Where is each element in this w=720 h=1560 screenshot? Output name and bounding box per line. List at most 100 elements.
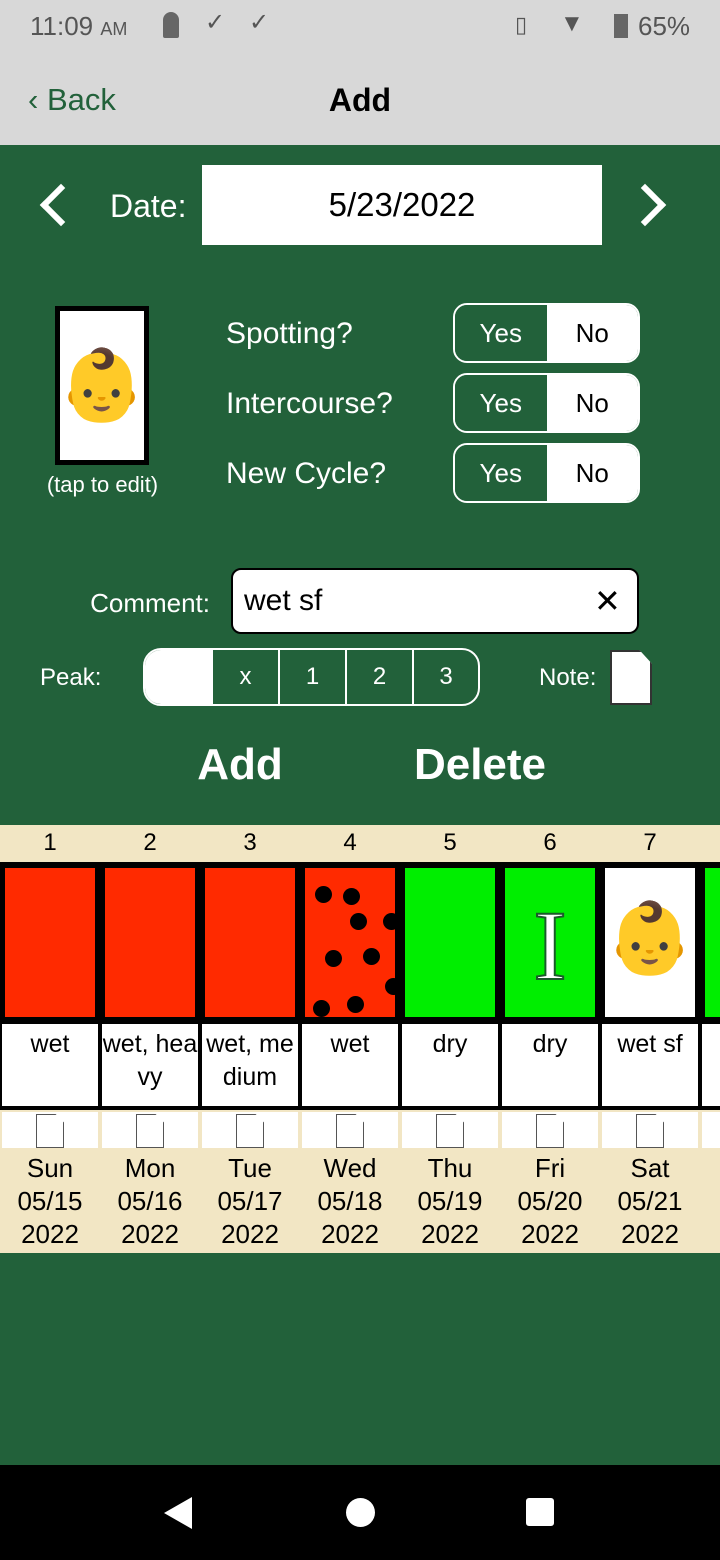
day-note[interactable]: [102, 1112, 198, 1148]
note-icon: [636, 1114, 664, 1148]
day-date: Thu 05/19 2022: [417, 1153, 483, 1249]
day-number: 4: [343, 829, 357, 856]
comment-input[interactable]: wet sf: [231, 568, 639, 634]
stamp-baby: 👶: [605, 868, 695, 1017]
day-comment: wet, heavy: [102, 1024, 198, 1106]
partial-day-column[interactable]: [700, 862, 720, 1148]
infertile-I-icon: I: [532, 889, 567, 1002]
note-icon: [536, 1114, 564, 1148]
delete-button[interactable]: Delete: [380, 740, 580, 790]
peak-option-3[interactable]: 3: [412, 648, 478, 706]
day-note[interactable]: [2, 1112, 98, 1148]
spotting-toggle[interactable]: Yes No: [453, 303, 640, 363]
day-note[interactable]: [502, 1112, 598, 1148]
day-number: 5: [443, 829, 457, 856]
keyhole-icon: [163, 12, 179, 38]
prev-date-button[interactable]: [39, 183, 83, 227]
comment-value: wet sf: [244, 584, 323, 617]
clear-icon[interactable]: ✕: [594, 582, 621, 620]
note-label: Note:: [539, 664, 597, 691]
dot-mark: [343, 888, 360, 905]
spotting-no[interactable]: No: [546, 305, 638, 361]
day-column[interactable]: 4 wet Wed 05/18 2022: [300, 825, 400, 1253]
new-cycle-toggle[interactable]: Yes No: [453, 443, 640, 503]
intercourse-toggle[interactable]: Yes No: [453, 373, 640, 433]
dot-mark: [385, 978, 395, 995]
day-column[interactable]: 6 I dry Fri 05/20 2022: [500, 825, 600, 1253]
spotting-label: Spotting?: [226, 317, 353, 350]
spotting-yes[interactable]: Yes: [455, 305, 547, 361]
day-note[interactable]: [302, 1112, 398, 1148]
vibrate-icon: ▯: [515, 12, 528, 37]
status-time: 11:09 AM: [30, 11, 128, 41]
home-nav-icon[interactable]: [346, 1498, 375, 1527]
note-icon: [236, 1114, 264, 1148]
day-column[interactable]: 1 wet Sun 05/15 2022: [0, 825, 100, 1253]
day-column[interactable]: 5 dry Thu 05/19 2022: [400, 825, 500, 1253]
day-date: Tue 05/17 2022: [217, 1153, 283, 1249]
note-icon: [36, 1114, 64, 1148]
peak-label: Peak:: [40, 664, 102, 691]
stamp-red: [205, 868, 295, 1017]
status-bar: 11:09 AM ✓ ✓ ▯ ▼ 65%: [0, 0, 720, 60]
stamp-green-I: I: [505, 868, 595, 1017]
dot-mark: [347, 996, 364, 1013]
page-title: Add: [328, 82, 392, 118]
day-date: Wed 05/18 2022: [317, 1153, 383, 1249]
day-number: 6: [543, 829, 557, 856]
day-date: Sun 05/15 2022: [17, 1153, 83, 1249]
baby-icon: 👶: [58, 345, 146, 424]
peak-option-1[interactable]: 1: [278, 648, 345, 706]
note-icon: [336, 1114, 364, 1148]
note-icon: [136, 1114, 164, 1148]
stamp-red-dots: [305, 868, 395, 1017]
battery-icon: [614, 14, 628, 38]
intercourse-label: Intercourse?: [226, 387, 393, 420]
baby-stamp-image[interactable]: 👶: [55, 306, 149, 465]
note-icon: [436, 1114, 464, 1148]
add-button[interactable]: Add: [140, 740, 340, 790]
check-icon: ✓: [205, 9, 226, 36]
day-number: 1: [43, 829, 57, 856]
new-cycle-label: New Cycle?: [226, 457, 387, 490]
comment-label: Comment:: [90, 588, 210, 618]
peak-option-x[interactable]: x: [211, 648, 278, 706]
dot-mark: [315, 886, 332, 903]
day-note[interactable]: [602, 1112, 698, 1148]
stamp-red: [5, 868, 95, 1017]
day-comment: dry: [402, 1024, 498, 1106]
note-icon[interactable]: [610, 650, 652, 705]
intercourse-yes[interactable]: Yes: [455, 375, 547, 431]
day-number: 2: [143, 829, 157, 856]
dot-mark: [383, 913, 395, 930]
intercourse-no[interactable]: No: [546, 375, 638, 431]
date-field[interactable]: 5/23/2022: [202, 165, 602, 245]
day-note[interactable]: [402, 1112, 498, 1148]
date-label: Date:: [110, 188, 187, 224]
dot-mark: [350, 913, 367, 930]
peak-option-blank[interactable]: [145, 650, 213, 704]
day-comment: dry: [502, 1024, 598, 1106]
cycle-chart[interactable]: 1 wet Sun 05/15 2022 2 wet, heavy Mon 05/16 2…: [0, 825, 720, 1253]
dot-mark: [325, 950, 342, 967]
photo-caption: (tap to edit): [46, 472, 159, 497]
day-note[interactable]: [202, 1112, 298, 1148]
new-cycle-no[interactable]: No: [546, 445, 638, 501]
day-column[interactable]: 7 👶 wet sf Sat 05/21 2022: [600, 825, 700, 1253]
day-comment: wet sf: [602, 1024, 698, 1106]
dot-mark: [313, 1000, 330, 1017]
day-date: Mon 05/16 2022: [117, 1153, 183, 1249]
day-date: Fri 05/20 2022: [517, 1153, 583, 1249]
stamp-red: [105, 868, 195, 1017]
peak-option-2[interactable]: 2: [345, 648, 412, 706]
back-nav-icon[interactable]: [164, 1497, 192, 1529]
battery-level: 65%: [638, 11, 691, 41]
check-icon: ✓: [249, 9, 270, 36]
day-comment: wet: [302, 1024, 398, 1106]
day-column[interactable]: 3 wet, medium Tue 05/17 2022: [200, 825, 300, 1253]
day-column[interactable]: 2 wet, heavy Mon 05/16 2022: [100, 825, 200, 1253]
recents-nav-icon[interactable]: [526, 1498, 554, 1526]
new-cycle-yes[interactable]: Yes: [455, 445, 547, 501]
next-date-button[interactable]: [623, 183, 667, 227]
day-comment: wet, medium: [202, 1024, 298, 1106]
